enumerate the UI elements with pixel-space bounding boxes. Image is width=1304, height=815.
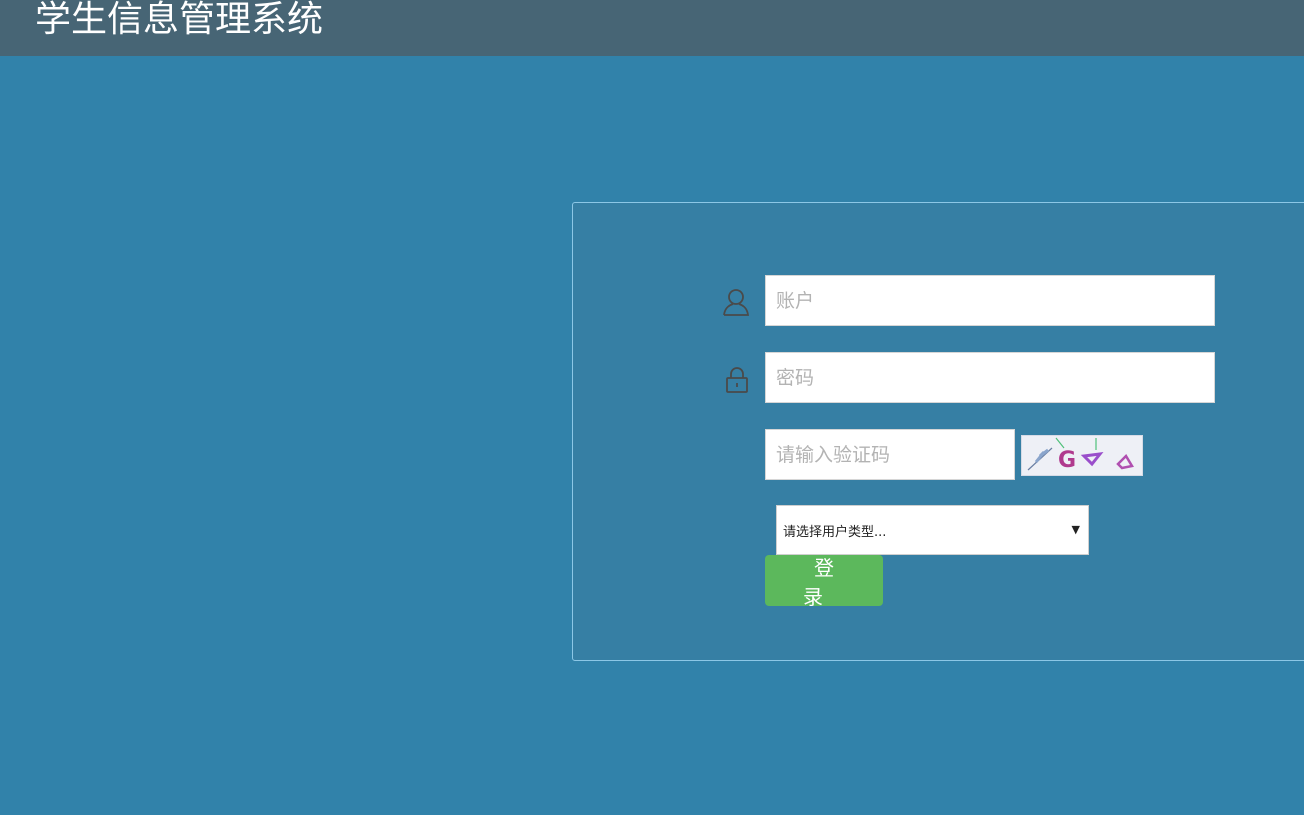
- login-button[interactable]: 登 录: [765, 555, 883, 609]
- lock-icon: [722, 363, 752, 397]
- captcha-image[interactable]: G: [1021, 435, 1143, 476]
- svg-text:G: G: [1058, 448, 1076, 473]
- app-title: 学生信息管理系统: [35, 0, 324, 40]
- dropdown-arrow-icon: ▼: [1071, 523, 1080, 536]
- login-panel: G 请选择用户类型... ▼ 登 录: [572, 202, 1304, 661]
- captcha-input[interactable]: [765, 429, 1015, 480]
- user-type-select[interactable]: 请选择用户类型... ▼: [776, 505, 1089, 555]
- app-header: 学生信息管理系统: [0, 0, 1304, 56]
- user-icon: [721, 285, 751, 319]
- user-type-selected: 请选择用户类型...: [783, 524, 887, 540]
- account-input[interactable]: [765, 275, 1215, 326]
- password-input[interactable]: [765, 352, 1215, 403]
